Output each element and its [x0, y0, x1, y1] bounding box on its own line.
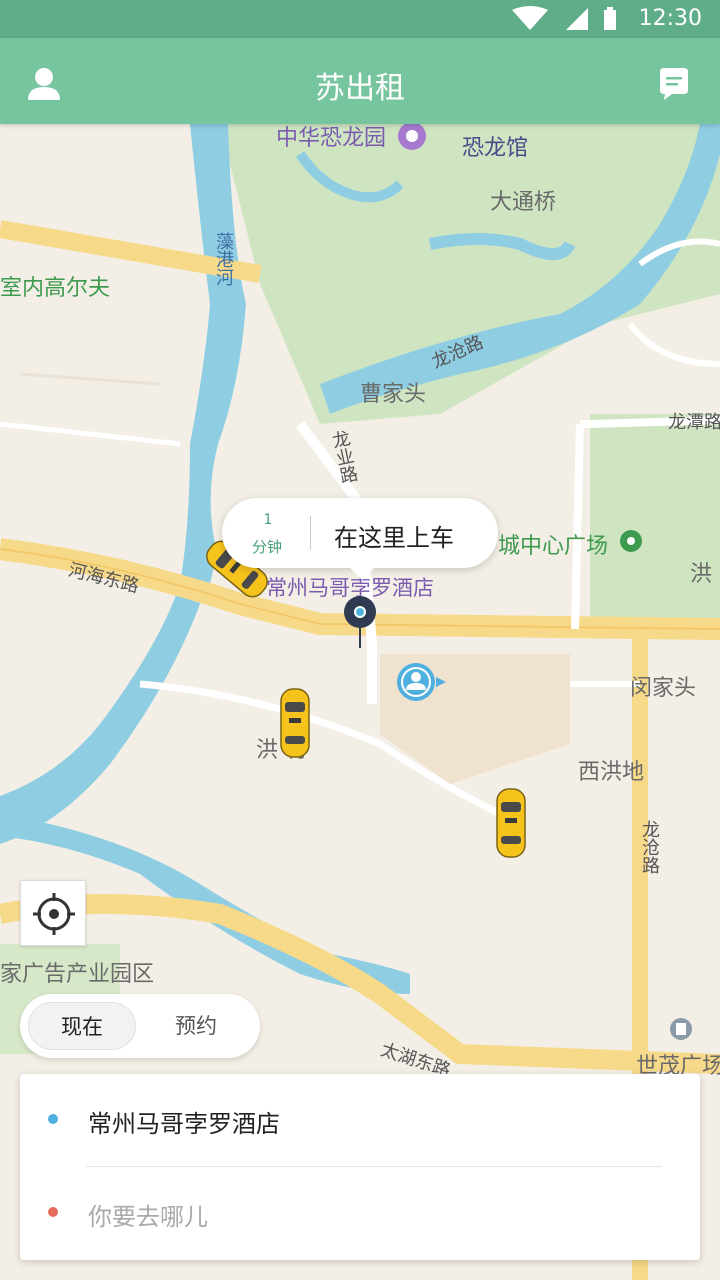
- clock: 12:30: [638, 6, 702, 31]
- locate-me-button[interactable]: [20, 880, 86, 946]
- route-card: 常州马哥孛罗酒店 你要去哪儿: [20, 1074, 700, 1260]
- map-label: 龙沧路: [639, 820, 660, 874]
- bubble-divider: [310, 516, 311, 550]
- map-label: 室内高尔夫: [0, 276, 111, 301]
- map-label: 恐龙馆: [462, 136, 529, 161]
- park-area: [590, 414, 720, 624]
- building-icon: [670, 1018, 692, 1040]
- status-bar: 12:30: [0, 0, 720, 38]
- map-view[interactable]: 中华恐龙园 恐龙馆 大通桥 藻港河 室内高尔夫 龙沧路 曹家头 龙潭路 龙业路 …: [0, 124, 720, 1280]
- destination-dot-icon: [48, 1207, 58, 1217]
- wifi-icon: [512, 6, 548, 30]
- map-label: 中华恐龙园: [276, 126, 387, 151]
- pickup-here-label: 在这里上车: [334, 524, 454, 552]
- map-label: 曹家头: [360, 382, 427, 407]
- mode-reserve-button[interactable]: 预约: [142, 1002, 250, 1050]
- pickup-bubble[interactable]: 1 分钟 在这里上车: [222, 498, 498, 580]
- battery-icon: [604, 7, 616, 30]
- mode-now-button[interactable]: 现在: [28, 1002, 136, 1050]
- taxi-icon: [280, 688, 310, 758]
- user-location-icon: [397, 663, 446, 701]
- map-label: 西洪地: [578, 760, 645, 785]
- message-icon[interactable]: [656, 66, 692, 102]
- plaza-icon: [620, 530, 642, 552]
- map-label: 城中心广场: [498, 534, 609, 559]
- app-bar: 苏出租: [0, 38, 720, 124]
- destination-input[interactable]: 你要去哪儿: [20, 1167, 700, 1260]
- taxi-icon: [496, 788, 526, 858]
- pickup-pin-icon: [344, 596, 376, 648]
- pickup-location-row[interactable]: 常州马哥孛罗酒店: [20, 1074, 700, 1167]
- signal-icon: [566, 8, 588, 30]
- landmark-icon: [398, 124, 426, 150]
- map-label: 藻港河: [213, 232, 234, 286]
- app-title: 苏出租: [315, 71, 405, 106]
- eta-value: 1: [263, 512, 273, 528]
- map-label: 闵家头: [630, 676, 697, 701]
- eta-unit: 分钟: [252, 538, 283, 556]
- crosshair-icon: [33, 893, 75, 935]
- destination-placeholder: 你要去哪儿: [88, 1203, 208, 1231]
- map-label: 家广告产业园区: [0, 962, 155, 987]
- map-label: 龙潭路: [668, 412, 720, 433]
- pickup-location-text: 常州马哥孛罗酒店: [88, 1110, 280, 1138]
- map-label: 大通桥: [490, 190, 557, 215]
- ride-mode-toggle: 现在 预约: [20, 994, 260, 1058]
- map-label: 洪: [690, 562, 713, 587]
- status-icons: [512, 6, 616, 30]
- origin-dot-icon: [48, 1114, 58, 1124]
